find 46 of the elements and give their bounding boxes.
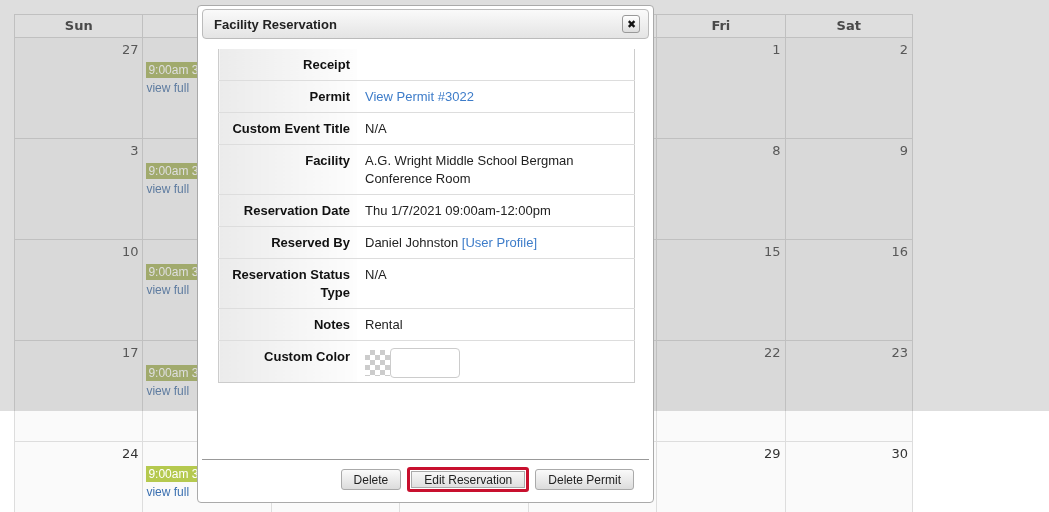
view-full-link[interactable]: view full — [146, 182, 190, 196]
day-number: 23 — [891, 345, 909, 360]
view-full-link[interactable]: view full — [146, 283, 190, 297]
color-input[interactable] — [390, 348, 460, 378]
user-profile-link[interactable]: [User Profile] — [461, 235, 537, 250]
day-number: 29 — [764, 446, 782, 461]
day-number: 2 — [899, 42, 909, 57]
day-number: 17 — [121, 345, 140, 360]
field-value: N/A — [365, 121, 387, 136]
field-label: Reservation Date — [218, 194, 357, 227]
view-full-link[interactable]: view full — [146, 384, 190, 398]
field-value: Rental — [365, 317, 403, 332]
day-number: 16 — [891, 244, 909, 259]
day-header: Sat — [836, 18, 861, 33]
view-full-link[interactable]: view full — [146, 81, 190, 95]
field-value: N/A — [365, 267, 387, 282]
field-label: Receipt — [218, 49, 357, 81]
day-number: 3 — [130, 143, 140, 158]
field-label: Reserved By — [218, 226, 357, 259]
field-value: Thu 1/7/2021 09:00am-12:00pm — [365, 203, 551, 218]
day-number: 8 — [772, 143, 782, 158]
field-label: Custom Color — [218, 340, 357, 383]
dialog-button[interactable]: Edit Reservation — [407, 467, 530, 492]
dialog-title: Facility Reservation — [214, 16, 337, 32]
field-value: A.G. Wright Middle School Bergman Conference Room — [365, 153, 574, 186]
day-number: 10 — [121, 244, 140, 259]
day-header: Fri — [711, 18, 731, 33]
day-number: 22 — [764, 345, 782, 360]
day-number: 27 — [121, 42, 140, 57]
field-label: Notes — [218, 308, 357, 341]
day-number: 30 — [891, 446, 909, 461]
field-label: Facility — [218, 144, 357, 195]
close-button[interactable]: ✖ — [622, 15, 640, 33]
field-label: Reservation Status Type — [218, 258, 357, 309]
permit-link[interactable]: View Permit #3022 — [365, 89, 474, 104]
day-number: 9 — [899, 143, 909, 158]
field-label: Custom Event Title — [218, 112, 357, 145]
field-value: Daniel Johnston — [365, 235, 459, 250]
field-label: Permit — [218, 80, 357, 113]
day-number: 15 — [764, 244, 782, 259]
view-full-link[interactable]: view full — [146, 485, 190, 499]
day-header: Sun — [64, 18, 93, 33]
dialog-button[interactable]: Delete — [340, 469, 402, 490]
day-number: 1 — [772, 42, 782, 57]
day-number: 24 — [121, 446, 140, 461]
dialog-button[interactable]: Delete Permit — [535, 469, 634, 490]
